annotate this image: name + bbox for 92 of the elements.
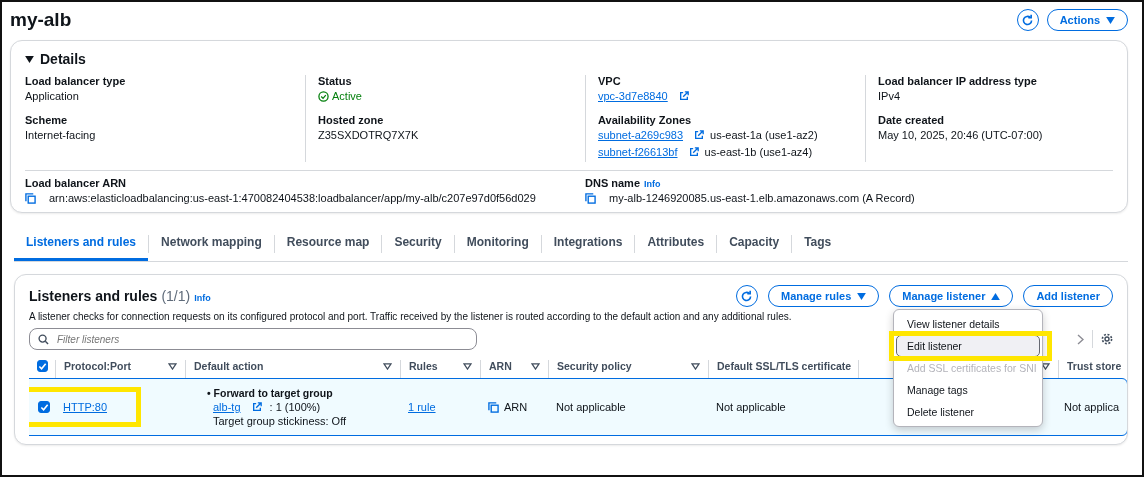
arn-text: ARN: [504, 401, 528, 413]
copy-icon[interactable]: [25, 192, 36, 204]
field-value: Application: [25, 90, 79, 102]
listener-count: (1/1): [161, 288, 191, 304]
column-header: Rules: [409, 360, 438, 372]
field-label: Load balancer type: [25, 75, 126, 87]
add-button[interactable]: Add listener: [1023, 285, 1113, 307]
tab[interactable]: Attributes: [635, 227, 717, 261]
column-header: Default SSL/TLS certificate: [717, 360, 852, 372]
field-label: Date created: [878, 114, 945, 126]
external-link-icon: [251, 402, 262, 412]
field-value: IPv4: [878, 90, 900, 102]
external-link-icon: [694, 130, 704, 140]
field-value: arn:aws:elasticloadbalancing:us-east-1:470082404538:loadbalancer/app/my-alb/c207e97d0f56d029: [49, 192, 536, 204]
target-group-link[interactable]: alb-tg: [213, 401, 241, 413]
sort-icon[interactable]: [168, 362, 177, 370]
search-icon: [38, 333, 49, 345]
field-value: May 10, 2025, 20:46 (UTC-07:00): [878, 129, 1043, 141]
field-value: Internet-facing: [25, 129, 96, 141]
table-cell: Not applicable: [556, 401, 626, 413]
field-label: DNS name: [585, 177, 641, 189]
tab[interactable]: Resource map: [274, 227, 382, 261]
field-value: Z35SXDOTRQ7X7K: [318, 129, 419, 141]
tab[interactable]: Tags: [792, 227, 844, 261]
copy-icon[interactable]: [585, 192, 596, 204]
field-label: Status: [318, 75, 352, 87]
menu-item[interactable]: Delete listener: [896, 401, 1040, 423]
field-value: my-alb-1246920085.us-east-1.elb.amazonaws.com (A Record): [609, 192, 915, 204]
tab[interactable]: Monitoring: [454, 227, 541, 261]
sort-icon[interactable]: [383, 362, 392, 370]
protocol-link[interactable]: HTTP:80: [63, 401, 107, 413]
table-cell: Not applica: [1064, 401, 1120, 413]
field-label: Load balancer IP address type: [878, 75, 1037, 87]
field-label: VPC: [598, 75, 621, 87]
table-cell: Not applicable: [716, 401, 786, 413]
dropdown-button[interactable]: Manage listener: [889, 285, 1014, 307]
rules-link[interactable]: 1 rule: [408, 401, 436, 413]
external-link-icon: [678, 91, 689, 101]
column-header: Protocol:Port: [64, 360, 132, 372]
tab[interactable]: Listeners and rules: [14, 227, 149, 261]
tab[interactable]: Capacity: [717, 227, 792, 261]
settings-icon[interactable]: [1101, 333, 1113, 345]
sort-icon[interactable]: [691, 362, 700, 370]
description: A listener checks for connection requests on its configured protocol and port. Traffic received by the listener is routed according to the default action and any additional rules.: [29, 311, 793, 322]
subnet-link[interactable]: subnet-f26613bf: [598, 146, 678, 158]
zone-text: us-east-1b (use1-az4): [704, 146, 813, 158]
target-weight: : 1 (100%): [269, 401, 321, 413]
sort-icon[interactable]: [463, 362, 472, 370]
info-link[interactable]: Info: [194, 293, 211, 303]
caret-icon: [857, 292, 867, 300]
details-toggle[interactable]: Details: [25, 51, 86, 67]
column-header: Default action: [194, 360, 264, 372]
tab[interactable]: Integrations: [541, 227, 635, 261]
column-header: Security policy: [557, 360, 632, 372]
field-label: Availability Zones: [598, 114, 692, 126]
section-title: Listeners and rules: [29, 288, 158, 304]
select-all-checkbox[interactable]: [37, 360, 48, 372]
menu-item[interactable]: Manage tags: [896, 379, 1040, 401]
status-text: Active: [332, 90, 362, 102]
field-label: Load balancer ARN: [25, 177, 127, 189]
field-label: Scheme: [25, 114, 68, 126]
column-header: ARN: [489, 360, 512, 372]
check-circle-icon: [318, 90, 329, 102]
stickiness-text: Target group stickiness: Off: [212, 415, 347, 427]
menu-item[interactable]: View listener details: [896, 313, 1040, 335]
caret-icon: [25, 55, 34, 63]
copy-icon[interactable]: [488, 401, 499, 413]
caret-icon: [991, 292, 1001, 300]
refresh-button[interactable]: [1016, 9, 1039, 31]
row-checkbox[interactable]: [38, 401, 50, 413]
action-title: • Forward to target group: [207, 387, 333, 399]
vpc-link[interactable]: vpc-3d7e8840: [598, 90, 668, 102]
caret-icon: [1106, 16, 1115, 24]
sort-icon[interactable]: [531, 362, 540, 370]
refresh-icon: [740, 289, 754, 303]
column-header: Trust store: [1067, 360, 1122, 372]
info-link[interactable]: Info: [644, 179, 661, 189]
sort-icon[interactable]: [1041, 362, 1050, 370]
actions-button[interactable]: Actions: [1046, 9, 1128, 31]
dropdown-button[interactable]: Manage rules: [767, 285, 880, 307]
refresh-icon: [1021, 13, 1035, 27]
tab[interactable]: Network mapping: [149, 227, 274, 261]
tab[interactable]: Security: [382, 227, 454, 261]
page-title: my-alb: [10, 9, 72, 31]
search-field[interactable]: Filter listeners: [29, 328, 477, 350]
menu-item[interactable]: Edit listener: [896, 335, 1040, 357]
field-label: Hosted zone: [318, 114, 384, 126]
external-link-icon: [688, 147, 699, 157]
chevron-right-icon[interactable]: [1077, 333, 1084, 345]
subnet-link[interactable]: subnet-a269c983: [598, 129, 683, 141]
refresh-button[interactable]: [735, 285, 758, 307]
zone-text: us-east-1a (use1-az2): [710, 129, 818, 141]
